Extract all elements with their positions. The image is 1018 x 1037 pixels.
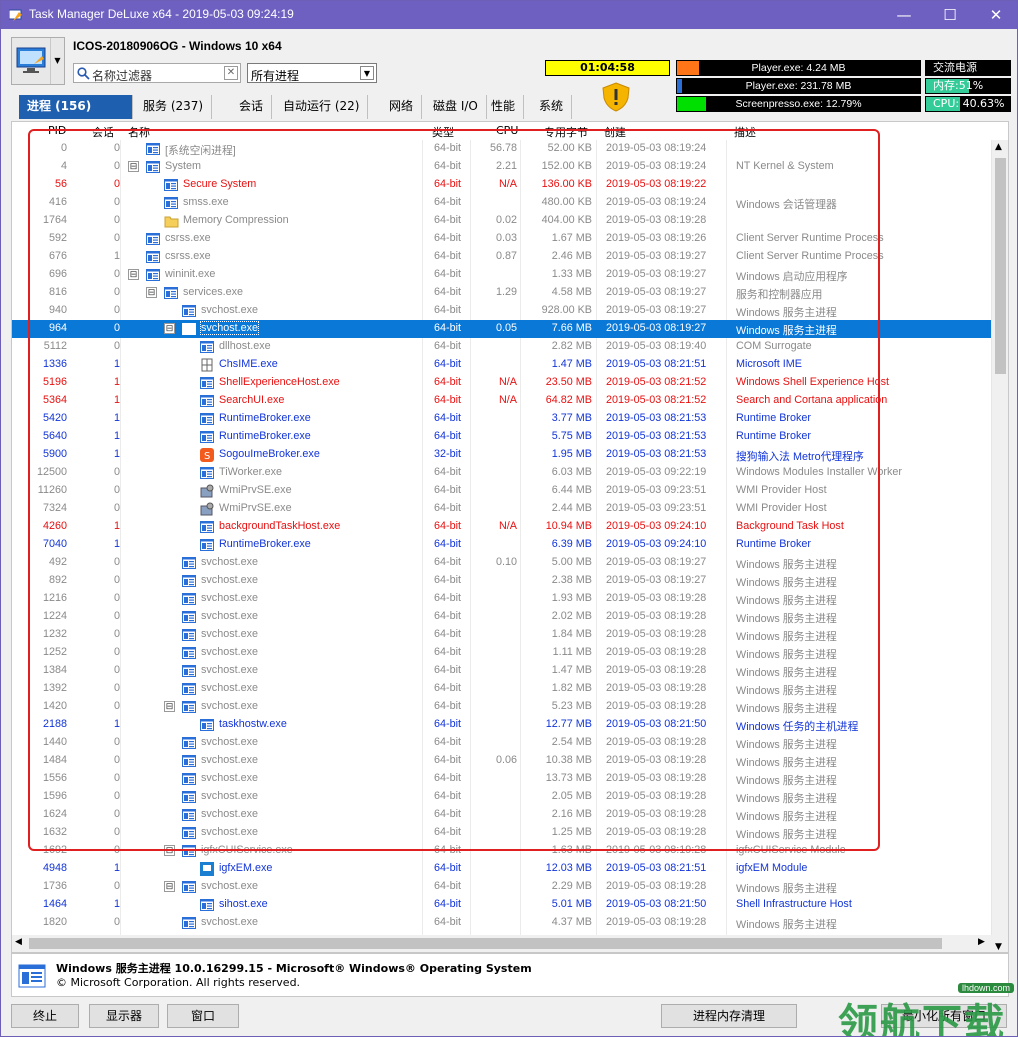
tab-7[interactable]: 系统 — [531, 95, 573, 119]
tab-4[interactable]: 网络 — [381, 95, 423, 119]
cell-name: svchost.exe — [201, 880, 259, 892]
cell-session: 0 — [113, 880, 120, 892]
end-process-button[interactable]: 终止 — [11, 1004, 79, 1028]
bar-fill — [677, 79, 682, 93]
tab-bar: 进程 (156) 服务 (237) 会话 自动运行 (22) 网络 磁盘 I/O 性能 系统 — [19, 95, 999, 119]
process-info-copyright: © Microsoft Corporation. All rights rese… — [56, 976, 301, 989]
cell-session: 1 — [113, 862, 120, 874]
cell-session: 0 — [113, 916, 120, 928]
cell-created: 2019-05-03 08:21:50 — [606, 898, 707, 910]
cell-type: 64-bit — [434, 862, 462, 874]
cell-pid: 1736 — [42, 880, 67, 892]
scroll-up-icon[interactable]: ▲ — [995, 142, 1002, 152]
status-label: 交流电源 — [933, 61, 977, 74]
tab-6[interactable]: 性能 — [483, 95, 525, 119]
vertical-scrollbar[interactable]: ▲ ▼ — [991, 140, 1008, 952]
watermark-text: 领航下载 — [838, 1001, 1006, 1037]
highlight-annotation — [28, 129, 880, 851]
tab-2[interactable]: 会话 — [231, 95, 273, 119]
status-indicator: 内存:51% — [925, 78, 1011, 94]
status-indicator: 交流电源 — [925, 60, 1011, 76]
bar-label: Player.exe: 231.78 MB — [745, 80, 852, 92]
cell-pid: 1820 — [42, 916, 67, 928]
process-icon — [200, 862, 215, 876]
close-button[interactable]: ✕ — [973, 1, 1017, 29]
cell-pid: 1464 — [42, 898, 67, 910]
process-icon — [182, 916, 197, 930]
tab-5[interactable]: 磁盘 I/O — [425, 95, 487, 119]
hostname-label: ICOS-20180906OG - Windows 10 x64 — [73, 39, 282, 53]
tab-1[interactable]: 服务 (237) — [135, 95, 213, 119]
window-button[interactable]: 窗口 — [167, 1004, 239, 1028]
cell-type: 64-bit — [434, 898, 462, 910]
cell-description: Windows 服务主进程 — [736, 883, 837, 895]
cell-session: 1 — [113, 898, 120, 910]
top-process-bar: Player.exe: 231.78 MB — [676, 78, 921, 94]
process-icon — [200, 898, 215, 912]
window-title: Task Manager DeLuxe x64 - 2019-05-03 09:… — [29, 7, 294, 21]
tab-0[interactable]: 进程 (156) — [19, 95, 133, 119]
cell-private-bytes: 12.03 MB — [545, 862, 592, 874]
horizontal-scrollbar[interactable]: ◀ ▶ — [12, 935, 992, 952]
process-info-title: Windows 服务主进程 10.0.16299.15 - Microsoft®… — [56, 962, 532, 975]
computer-icon — [16, 47, 46, 73]
table-row[interactable]: 1464 1 sihost.exe 64-bit 5.01 MB 2019-05-03 0… — [12, 896, 992, 914]
maximize-button[interactable]: ☐ — [927, 1, 973, 29]
process-icon — [182, 880, 197, 894]
cell-created: 2019-05-03 08:19:28 — [606, 880, 707, 892]
cell-name: svchost.exe — [201, 916, 259, 928]
memory-clean-button[interactable]: 进程内存清理 — [661, 1004, 797, 1028]
cell-created: 2019-05-03 08:19:28 — [606, 916, 707, 928]
top-process-bar: Player.exe: 4.24 MB — [676, 60, 921, 76]
cell-private-bytes: 4.37 MB — [551, 916, 592, 928]
table-row[interactable]: 4948 1 igfxEM.exe 64-bit 12.03 MB 2019-05-03 … — [12, 860, 992, 878]
bar-label: Player.exe: 4.24 MB — [751, 62, 846, 74]
minimize-button[interactable]: — — [881, 1, 927, 29]
scroll-left-icon[interactable]: ◀ — [15, 937, 22, 947]
cell-description: Shell Infrastructure Host — [736, 898, 852, 910]
cell-type: 64-bit — [434, 880, 462, 892]
title-bar: Task Manager DeLuxe x64 - 2019-05-03 09:… — [1, 1, 1017, 29]
scroll-down-icon[interactable]: ▼ — [995, 942, 1002, 952]
cell-type: 64-bit — [434, 916, 462, 928]
table-row[interactable]: 1820 0 svchost.exe 64-bit 4.37 MB 2019-05-03 … — [12, 914, 992, 932]
cell-created: 2019-05-03 08:21:51 — [606, 862, 707, 874]
filter-placeholder: 名称过滤器 — [92, 69, 153, 83]
cell-description: igfxEM Module — [736, 862, 808, 874]
cell-private-bytes: 2.29 MB — [551, 880, 592, 892]
status-label: 内存:51% — [933, 79, 984, 92]
table-row[interactable]: 1736 0 ⊟ svchost.exe 64-bit 2.29 MB 2019-05-03… — [12, 878, 992, 896]
chevron-down-icon[interactable]: ▼ — [50, 38, 64, 84]
scroll-thumb[interactable] — [29, 938, 942, 949]
name-filter-input[interactable]: 名称过滤器 ✕ — [73, 63, 241, 83]
process-icon — [18, 964, 46, 988]
cell-name: sihost.exe — [219, 898, 268, 910]
process-filter-value: 所有进程 — [251, 69, 300, 83]
collapse-icon[interactable]: ⊟ — [164, 881, 175, 892]
cell-private-bytes: 5.01 MB — [551, 898, 592, 910]
process-filter-select[interactable]: 所有进程 ▼ — [247, 63, 377, 83]
computer-button[interactable]: ▼ — [11, 37, 65, 85]
chevron-down-icon: ▼ — [360, 66, 374, 80]
show-button[interactable]: 显示器 — [89, 1004, 159, 1028]
bar-fill — [677, 61, 699, 75]
cell-name: igfxEM.exe — [219, 862, 273, 874]
toolbar: ▼ ICOS-20180906OG - Windows 10 x64 名称过滤器… — [1, 29, 1017, 112]
cell-pid: 4948 — [42, 862, 67, 874]
scroll-right-icon[interactable]: ▶ — [978, 937, 985, 947]
search-icon — [77, 67, 90, 80]
scroll-thumb[interactable] — [995, 158, 1006, 374]
tab-3[interactable]: 自动运行 (22) — [275, 95, 369, 119]
watermark-logo: lhdown.com 领航下载 — [836, 983, 1016, 1037]
uptime-clock: 01:04:58 — [545, 60, 670, 76]
cell-description: Windows 服务主进程 — [736, 919, 837, 931]
clear-icon[interactable]: ✕ — [224, 66, 238, 80]
app-window: Task Manager DeLuxe x64 - 2019-05-03 09:… — [0, 0, 1018, 1037]
app-icon — [9, 9, 22, 21]
